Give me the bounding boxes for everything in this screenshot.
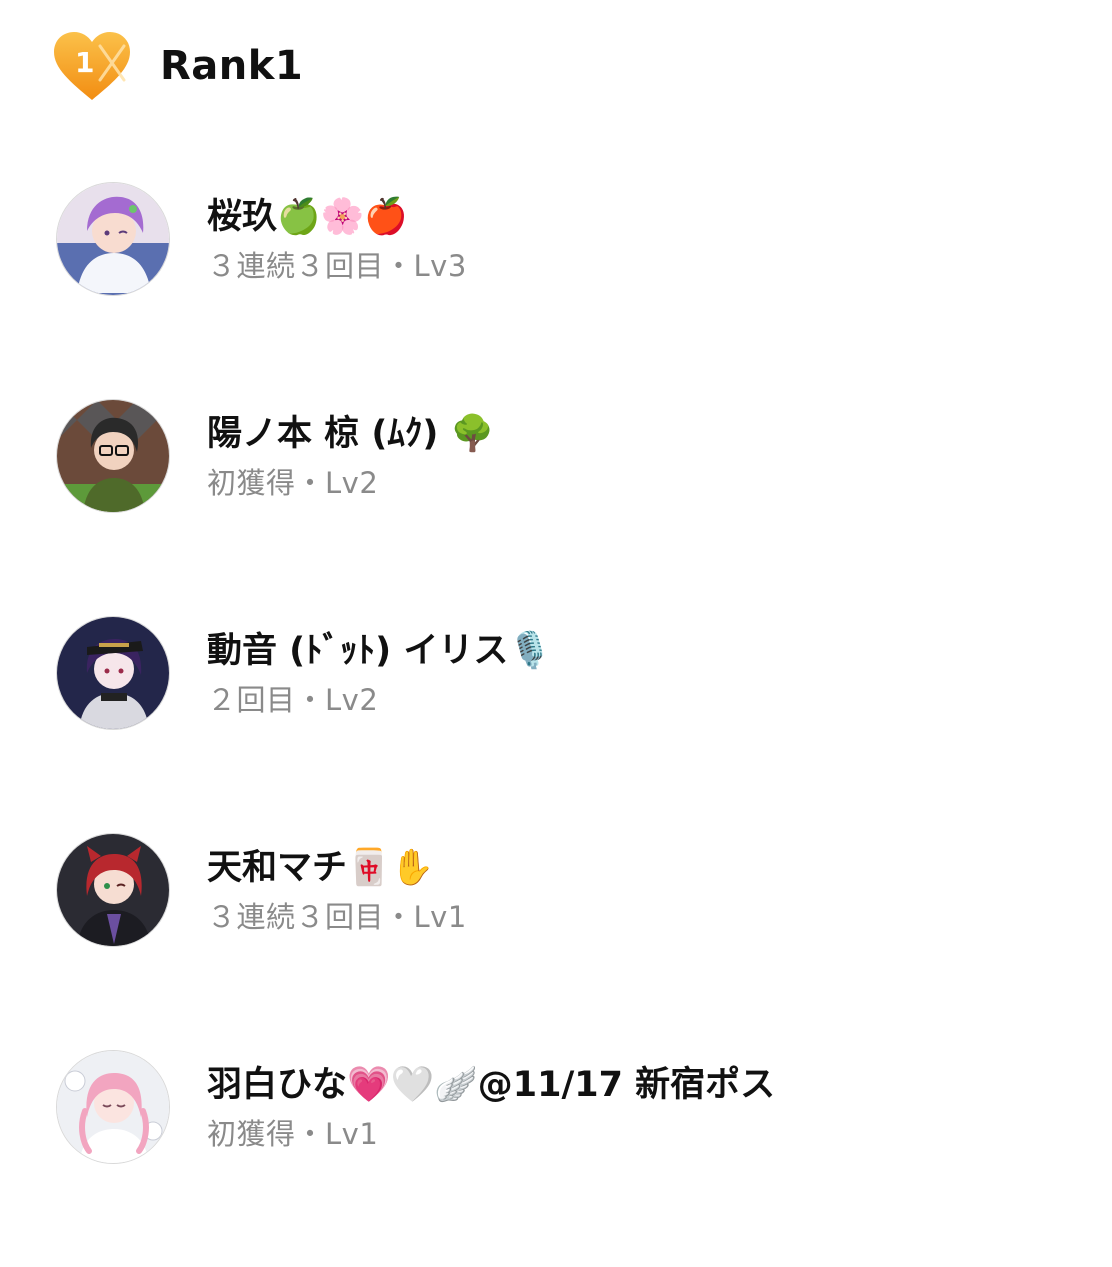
badge-number: 1 <box>75 46 94 79</box>
rank-header: 1 Rank1 <box>50 26 303 106</box>
list-item[interactable]: 羽白ひな💗🤍🪽@11/17 新宿ポス 初獲得・Lv1 <box>56 1050 1086 1267</box>
avatar[interactable] <box>56 399 170 513</box>
user-name: 桜玖🍏🌸🍎 <box>207 197 408 237</box>
avatar-pink-hair-icon <box>57 1051 169 1163</box>
user-status: 初獲得・Lv1 <box>207 1117 379 1151</box>
rank-title: Rank1 <box>160 43 304 89</box>
avatar[interactable] <box>56 616 170 730</box>
user-name: 陽ノ本 椋 (ﾑｸ) 🌳 <box>207 414 495 454</box>
avatar-dark-hair-cap-icon <box>57 617 169 729</box>
user-status: 初獲得・Lv2 <box>207 466 379 500</box>
list-item[interactable]: 陽ノ本 椋 (ﾑｸ) 🌳 初獲得・Lv2 <box>56 399 1086 616</box>
avatar-red-hair-icon <box>57 834 169 946</box>
user-status: ３連続３回目・Lv3 <box>207 249 467 283</box>
avatar[interactable] <box>56 182 170 296</box>
user-name: 動音 (ﾄﾞｯﾄ) イリス🎙️ <box>207 631 552 671</box>
ranking-list: 桜玖🍏🌸🍎 ３連続３回目・Lv3 陽ノ本 椋 (ﾑｸ) 🌳 初獲得・Lv2 動音… <box>56 182 1086 1267</box>
user-name: 羽白ひな💗🤍🪽@11/17 新宿ポス <box>207 1065 776 1105</box>
user-status: ２回目・Lv2 <box>207 683 379 717</box>
list-item[interactable]: 動音 (ﾄﾞｯﾄ) イリス🎙️ ２回目・Lv2 <box>56 616 1086 833</box>
avatar-purple-hair-icon <box>57 183 169 295</box>
user-name: 天和マチ🀄✋ <box>207 848 435 888</box>
avatar[interactable] <box>56 833 170 947</box>
user-status: ３連続３回目・Lv1 <box>207 900 467 934</box>
list-item[interactable]: 天和マチ🀄✋ ３連続３回目・Lv1 <box>56 833 1086 1050</box>
rank-heart-badge-icon: 1 <box>50 28 134 104</box>
avatar[interactable] <box>56 1050 170 1164</box>
avatar-glasses-icon <box>57 400 169 512</box>
list-item[interactable]: 桜玖🍏🌸🍎 ３連続３回目・Lv3 <box>56 182 1086 399</box>
